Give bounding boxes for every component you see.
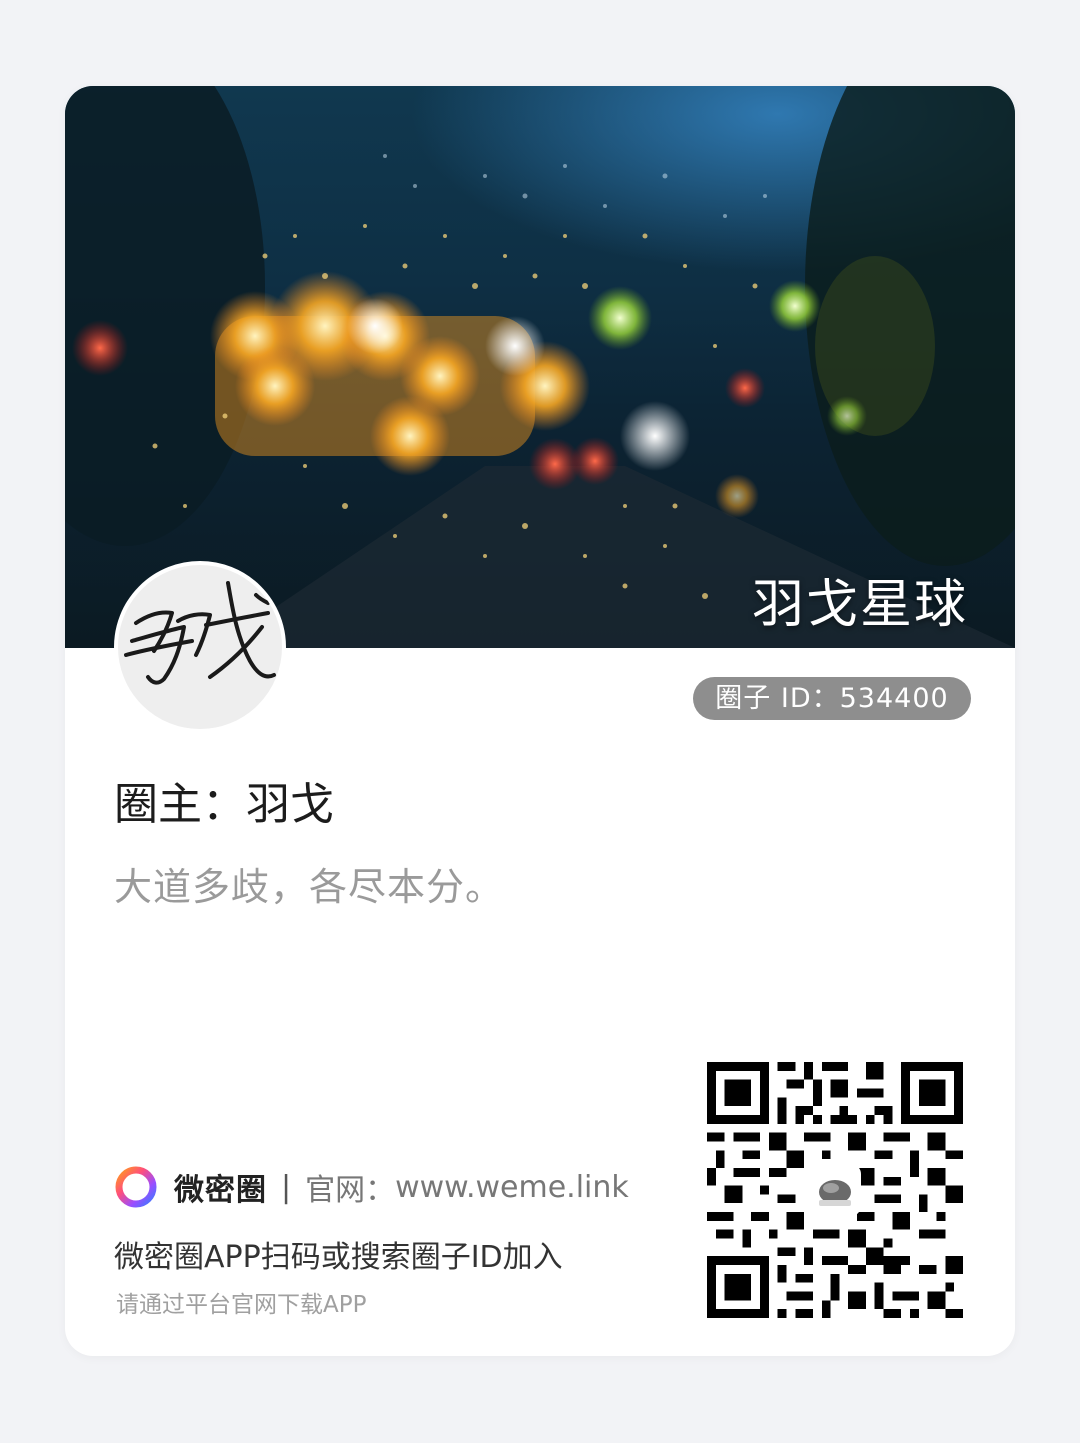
- scan-instruction: 微密圈APP扫码或搜索圈子ID加入: [114, 1240, 563, 1275]
- circle-card: 羽戈星球 圈子 ID：534400 圈主：羽戈 大道多歧，各尽本分。 微密圈 |…: [65, 86, 1015, 1356]
- circle-motto: 大道多歧，各尽本分。: [114, 865, 505, 909]
- owner-label: 圈主：: [114, 779, 246, 830]
- calligraphy-avatar-image: [124, 581, 276, 685]
- circle-name: 羽戈星球: [751, 575, 968, 635]
- avatar[interactable]: [114, 561, 286, 733]
- qr-code-icon[interactable]: [707, 1062, 963, 1318]
- ring-gradient-logo-icon: [115, 1166, 157, 1208]
- circle-id-label: 圈子 ID：: [715, 683, 840, 714]
- download-hint: 请通过平台官网下载APP: [116, 1292, 367, 1318]
- brand-row: 微密圈 | 官网： www.weme.link: [114, 1164, 629, 1210]
- circle-id-value: 534400: [839, 683, 949, 714]
- owner-name: 羽戈: [246, 779, 334, 830]
- qr-center-avatar: [809, 1164, 861, 1216]
- circle-id-badge: 圈子 ID：534400: [693, 677, 971, 720]
- circle-owner: 圈主：羽戈: [114, 768, 334, 832]
- brand-name: 微密圈: [174, 1173, 267, 1208]
- brand-separator: |: [281, 1169, 292, 1205]
- site-label: 官网：: [305, 1173, 396, 1208]
- stone-avatar-icon: [819, 1180, 851, 1206]
- site-url-link[interactable]: www.weme.link: [395, 1170, 629, 1205]
